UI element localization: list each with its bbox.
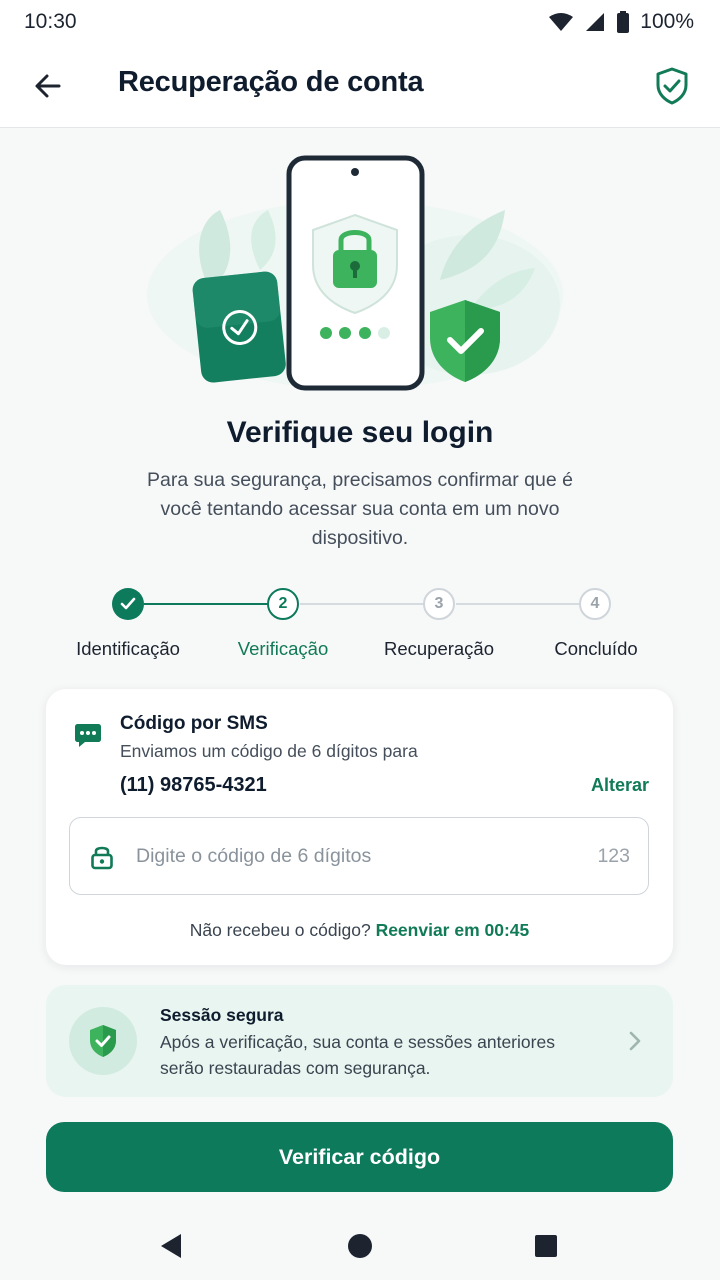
stepper-connector-pending: [300, 603, 424, 605]
shield-check-icon: [656, 67, 688, 105]
verification-code-input[interactable]: Digite o código de 6 dígitos 123: [69, 817, 649, 895]
verify-code-button[interactable]: Verificar código: [46, 1122, 673, 1192]
nav-home-button[interactable]: [344, 1230, 376, 1262]
phone-number: (11) 98765-4321: [120, 774, 267, 796]
secure-badge: [69, 1007, 137, 1075]
security-shield-button[interactable]: [652, 64, 692, 108]
back-button[interactable]: [28, 66, 68, 106]
resend-code-link[interactable]: Reenviar em 00:45: [376, 920, 530, 940]
stepper-connector-done: [144, 603, 268, 605]
chevron-right-icon: [629, 1031, 641, 1051]
section-heading: Verifique seu login: [226, 416, 494, 449]
step-number: 3: [434, 595, 444, 612]
sms-card-title: Código por SMS: [120, 713, 268, 734]
step-2-active: 2: [267, 588, 299, 620]
step-label: Identificação: [76, 638, 180, 659]
sms-card-description: Enviamos um código de 6 dígitos para: [120, 741, 418, 761]
step-number: 4: [590, 595, 600, 612]
step-label-active: Verificação: [237, 638, 329, 659]
code-input-placeholder: Digite o código de 6 dígitos: [136, 845, 372, 867]
step-label: Recuperação: [383, 638, 495, 659]
lock-icon: [91, 846, 113, 870]
back-arrow-icon: [35, 74, 61, 98]
change-phone-link[interactable]: Alterar: [591, 775, 649, 796]
status-time: 10:30: [24, 10, 77, 33]
nav-back-icon: [161, 1234, 181, 1258]
check-icon: [120, 597, 136, 610]
sms-code-card: Código por SMS Enviamos um código de 6 d…: [46, 689, 673, 965]
progress-stepper: 2 3 4 Identificação Verificação Recupera…: [0, 584, 720, 664]
nav-back-button[interactable]: [154, 1230, 186, 1262]
sms-chat-icon: [75, 724, 101, 747]
section-subtitle: Para sua segurança, precisamos confirmar…: [147, 469, 573, 549]
system-navigation-bar: [0, 1210, 720, 1280]
resend-row: Não recebeu o código? Reenviar em 00:45: [46, 920, 673, 941]
shield-check-icon: [90, 1025, 116, 1057]
secure-session-title: Sessão segura: [160, 1005, 284, 1025]
signal-icon: [586, 13, 605, 31]
numeric-keyboard-hint: 123: [597, 845, 630, 867]
battery-percent: 100%: [640, 10, 694, 33]
step-1-completed: [112, 588, 144, 620]
step-4-pending: 4: [579, 588, 611, 620]
status-bar: 10:30 100%: [0, 0, 720, 44]
wifi-icon: [549, 13, 574, 31]
status-icons: 100%: [548, 10, 694, 34]
stepper-connector-pending: [456, 603, 580, 605]
login-verification-illustration: [147, 155, 563, 391]
battery-icon: [617, 11, 630, 33]
resend-prompt: Não recebeu o código?: [189, 920, 371, 940]
app-bar: Recuperação de conta: [0, 44, 720, 128]
step-label: Concluído: [554, 638, 638, 659]
nav-recents-button[interactable]: [530, 1230, 562, 1262]
step-3-pending: 3: [423, 588, 455, 620]
nav-home-icon: [348, 1234, 372, 1258]
step-number: 2: [278, 595, 288, 612]
secure-session-description: Após a verificação, sua conta e sessões …: [160, 1032, 555, 1078]
secure-session-card[interactable]: Sessão segura Após a verificação, sua co…: [46, 985, 673, 1097]
nav-recents-icon: [535, 1235, 557, 1257]
page-title: Recuperação de conta: [118, 66, 424, 98]
